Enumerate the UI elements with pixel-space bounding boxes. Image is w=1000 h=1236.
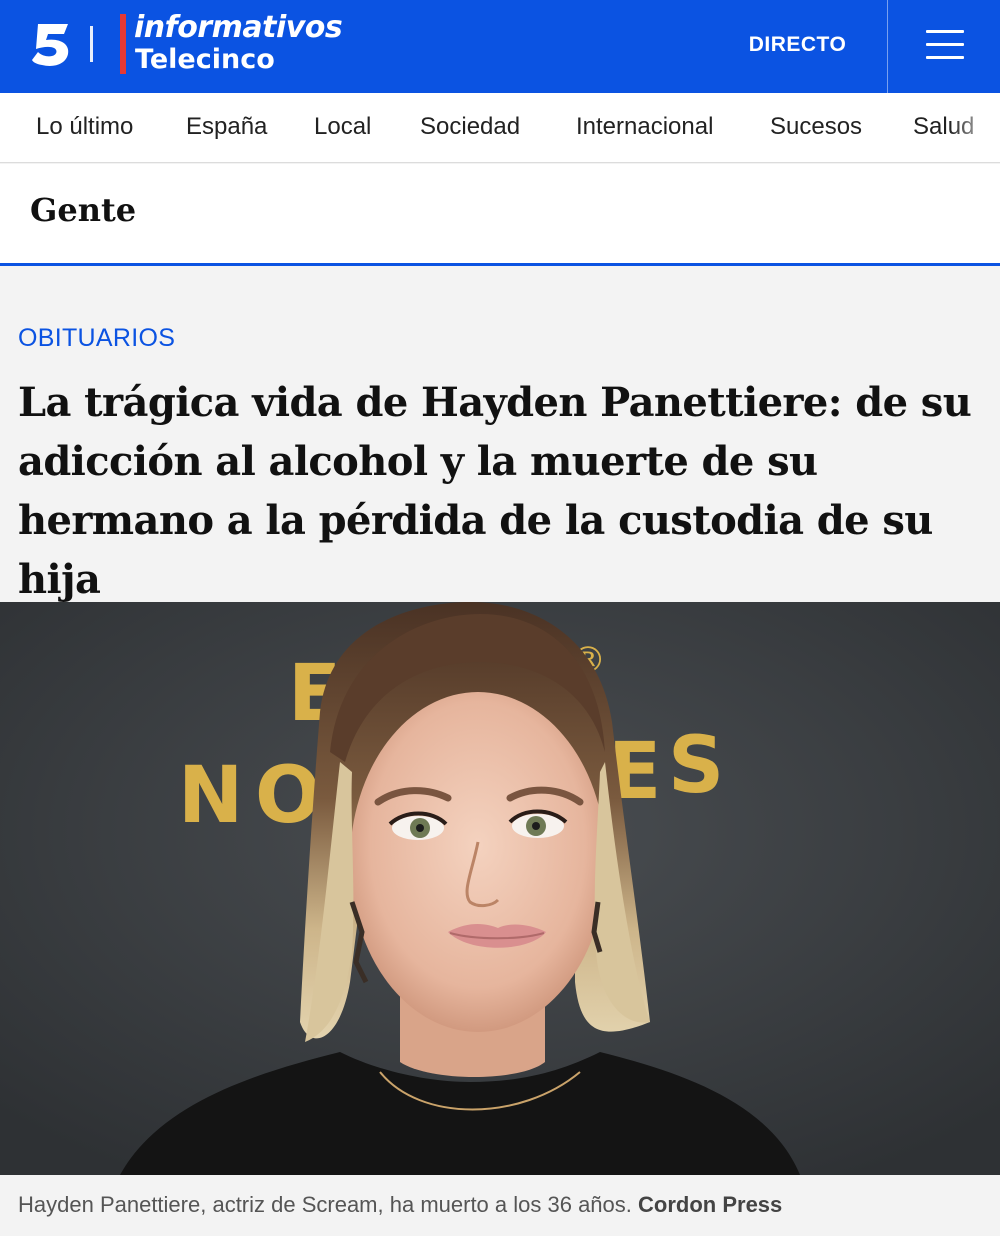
caption-text: Hayden Panettiere, actriz de Scream, ha …	[18, 1192, 632, 1217]
section-title[interactable]: Gente	[30, 191, 136, 229]
portrait-image: E N O E S ®	[0, 602, 1000, 1175]
article-photo[interactable]: E N O E S ®	[0, 602, 1000, 1175]
nav-item-sucesos[interactable]: Sucesos	[770, 113, 862, 141]
brand-name-bottom[interactable]: Telecinco	[135, 44, 275, 75]
logo-separator	[90, 26, 93, 62]
nav-item-espana[interactable]: España	[186, 113, 267, 141]
brand-accent-bar	[120, 14, 126, 74]
nav-scroll-fade	[950, 93, 1000, 162]
photo-caption: Hayden Panettiere, actriz de Scream, ha …	[18, 1192, 782, 1218]
backdrop-letter: N	[178, 751, 243, 841]
channel-5-icon[interactable]	[30, 22, 74, 68]
backdrop-letter: S	[668, 721, 724, 811]
backdrop-letter: O	[255, 751, 321, 841]
section-header: Gente	[0, 164, 1000, 263]
nav-item-lo-ultimo[interactable]: Lo último	[36, 113, 133, 141]
section-underline	[0, 263, 1000, 266]
nav-item-internacional[interactable]: Internacional	[576, 113, 713, 141]
nav-item-local[interactable]: Local	[314, 113, 371, 141]
hamburger-menu-icon[interactable]	[926, 30, 964, 60]
category-nav: Lo último España Local Sociedad Internac…	[0, 93, 1000, 163]
article-kicker[interactable]: OBITUARIOS	[18, 324, 175, 353]
photo-credit: Cordon Press	[638, 1192, 783, 1217]
article-headline: La trágica vida de Hayden Panettiere: de…	[18, 379, 972, 603]
photo-caption-bar: Hayden Panettiere, actriz de Scream, ha …	[0, 1175, 1000, 1236]
nav-item-sociedad[interactable]: Sociedad	[420, 113, 520, 141]
live-button[interactable]: DIRECTO	[735, 30, 860, 60]
header-divider	[887, 0, 888, 93]
site-header: informativos Telecinco DIRECTO	[0, 0, 1000, 93]
brand-name-top[interactable]: informativos	[134, 10, 343, 45]
